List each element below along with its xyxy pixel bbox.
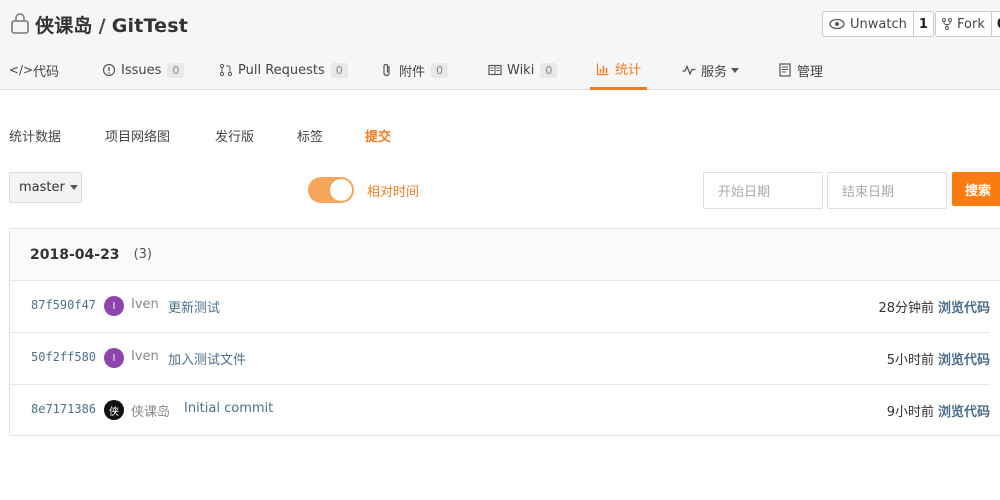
avatar[interactable]: 侠 <box>104 400 124 420</box>
commit-relative-time: 9小时前 <box>886 405 934 420</box>
commit-relative-time: 28分钟前 <box>878 301 934 316</box>
fork-button-group[interactable]: Fork 0 <box>935 11 1000 37</box>
commit-message-link[interactable]: 加入测试文件 <box>168 349 246 368</box>
commit-message-link[interactable]: Initial commit <box>184 401 273 416</box>
tab-label: Pull Requests <box>238 62 325 78</box>
commit-count: (3) <box>133 247 152 262</box>
eye-icon <box>829 18 845 30</box>
tab-label: 代码 <box>33 64 60 80</box>
repo-header: 侠课岛/ GitTest Unwatch 1 Fork 0 </> 代码 <box>0 0 1000 90</box>
subnav-network-graph[interactable]: 项目网络图 <box>105 126 170 145</box>
subnav-commits[interactable]: 提交 <box>365 126 391 145</box>
settings-doc-icon <box>779 63 791 77</box>
tab-code[interactable]: </> 代码 <box>8 50 60 90</box>
unwatch-button[interactable]: Unwatch <box>823 12 913 36</box>
subnav-releases[interactable]: 发行版 <box>215 126 254 145</box>
tab-label: Issues <box>121 62 162 78</box>
search-button[interactable]: 搜索 <box>952 172 1000 206</box>
commit-relative-time: 5小时前 <box>886 353 934 368</box>
pulse-icon <box>682 64 696 76</box>
commit-message-link[interactable]: 更新测试 <box>168 297 220 316</box>
subnav-stats-data[interactable]: 统计数据 <box>9 126 61 145</box>
issue-icon <box>102 63 116 77</box>
commit-time: 5小时前 浏览代码 <box>887 349 990 368</box>
tab-issues[interactable]: Issues 0 <box>102 50 185 90</box>
lock-icon <box>11 13 29 34</box>
commit-row: 8e7171386 侠 侠课岛 Initial commit 9小时前 浏览代码 <box>10 385 990 437</box>
relative-time-label: 相对时间 <box>367 185 420 200</box>
commit-sha-link[interactable]: 8e7171386 <box>31 402 96 416</box>
tab-services[interactable]: 服务 <box>682 50 740 90</box>
tab-wiki[interactable]: Wiki 0 <box>488 50 558 90</box>
relative-time-toggle[interactable] <box>308 177 354 203</box>
commit-time: 9小时前 浏览代码 <box>887 401 990 420</box>
repo-name-link[interactable]: GitTest <box>112 15 188 37</box>
subnav-tags[interactable]: 标签 <box>297 126 323 145</box>
bar-chart-icon <box>596 63 609 75</box>
watch-count[interactable]: 1 <box>912 12 933 36</box>
fork-icon <box>942 18 952 30</box>
fork-label: Fork <box>957 16 985 32</box>
tab-pull-requests[interactable]: Pull Requests 0 <box>219 50 348 90</box>
commit-date: 2018-04-23 <box>30 246 120 263</box>
tab-stats[interactable]: 统计 <box>590 50 648 90</box>
path-separator: / <box>98 15 106 37</box>
pull-request-icon <box>219 63 233 77</box>
tab-label: Wiki <box>507 62 535 78</box>
unwatch-label: Unwatch <box>850 16 907 32</box>
repo-owner-link[interactable]: 侠课岛 <box>35 15 93 37</box>
attachments-count-badge: 0 <box>431 62 449 78</box>
book-icon <box>488 64 502 76</box>
browse-code-link[interactable]: 浏览代码 <box>938 301 990 316</box>
fork-button[interactable]: Fork <box>936 12 991 36</box>
tab-label: 统计 <box>615 63 642 78</box>
avatar[interactable]: I <box>104 296 124 316</box>
wiki-count-badge: 0 <box>540 62 558 78</box>
tab-attachments[interactable]: 附件 0 <box>380 50 449 90</box>
branch-name: master <box>19 180 65 195</box>
commit-time: 28分钟前 浏览代码 <box>878 297 990 316</box>
pull-requests-count-badge: 0 <box>330 62 348 78</box>
end-date-input[interactable]: 结束日期 <box>827 172 947 209</box>
commit-author[interactable]: Iven <box>131 297 159 312</box>
commit-sha-link[interactable]: 50f2ff580 <box>31 350 96 364</box>
avatar[interactable]: I <box>104 348 124 368</box>
issues-count-badge: 0 <box>167 62 185 78</box>
tab-settings[interactable]: 管理 <box>778 50 823 90</box>
browse-code-link[interactable]: 浏览代码 <box>938 405 990 420</box>
commit-group-header: 2018-04-23 (3) <box>10 229 1000 281</box>
branch-select[interactable]: master <box>9 172 82 203</box>
commit-sha-link[interactable]: 87f590f47 <box>31 298 96 312</box>
caret-down-icon <box>69 185 78 190</box>
repo-title: 侠课岛 / GitTest <box>35 11 188 38</box>
browse-code-link[interactable]: 浏览代码 <box>938 353 990 368</box>
fork-count[interactable]: 0 <box>990 12 1000 36</box>
paperclip-icon <box>383 63 390 77</box>
tab-label: 管理 <box>797 64 824 80</box>
chevron-down-icon <box>731 67 740 73</box>
commit-row: 87f590f47 I Iven 更新测试 28分钟前 浏览代码 <box>10 281 990 333</box>
code-icon: </> <box>8 63 34 77</box>
tab-label: 附件 <box>399 64 426 80</box>
commit-author[interactable]: 侠课岛 <box>131 401 170 420</box>
commit-row: 50f2ff580 I Iven 加入测试文件 5小时前 浏览代码 <box>10 333 990 385</box>
commit-author[interactable]: Iven <box>131 349 159 364</box>
watch-button-group[interactable]: Unwatch 1 <box>822 11 934 37</box>
start-date-input[interactable]: 开始日期 <box>703 172 823 209</box>
commit-group: 2018-04-23 (3) 87f590f47 I Iven 更新测试 28分… <box>9 228 1000 436</box>
tab-label: 服务 <box>701 64 728 80</box>
toggle-knob <box>330 179 352 201</box>
